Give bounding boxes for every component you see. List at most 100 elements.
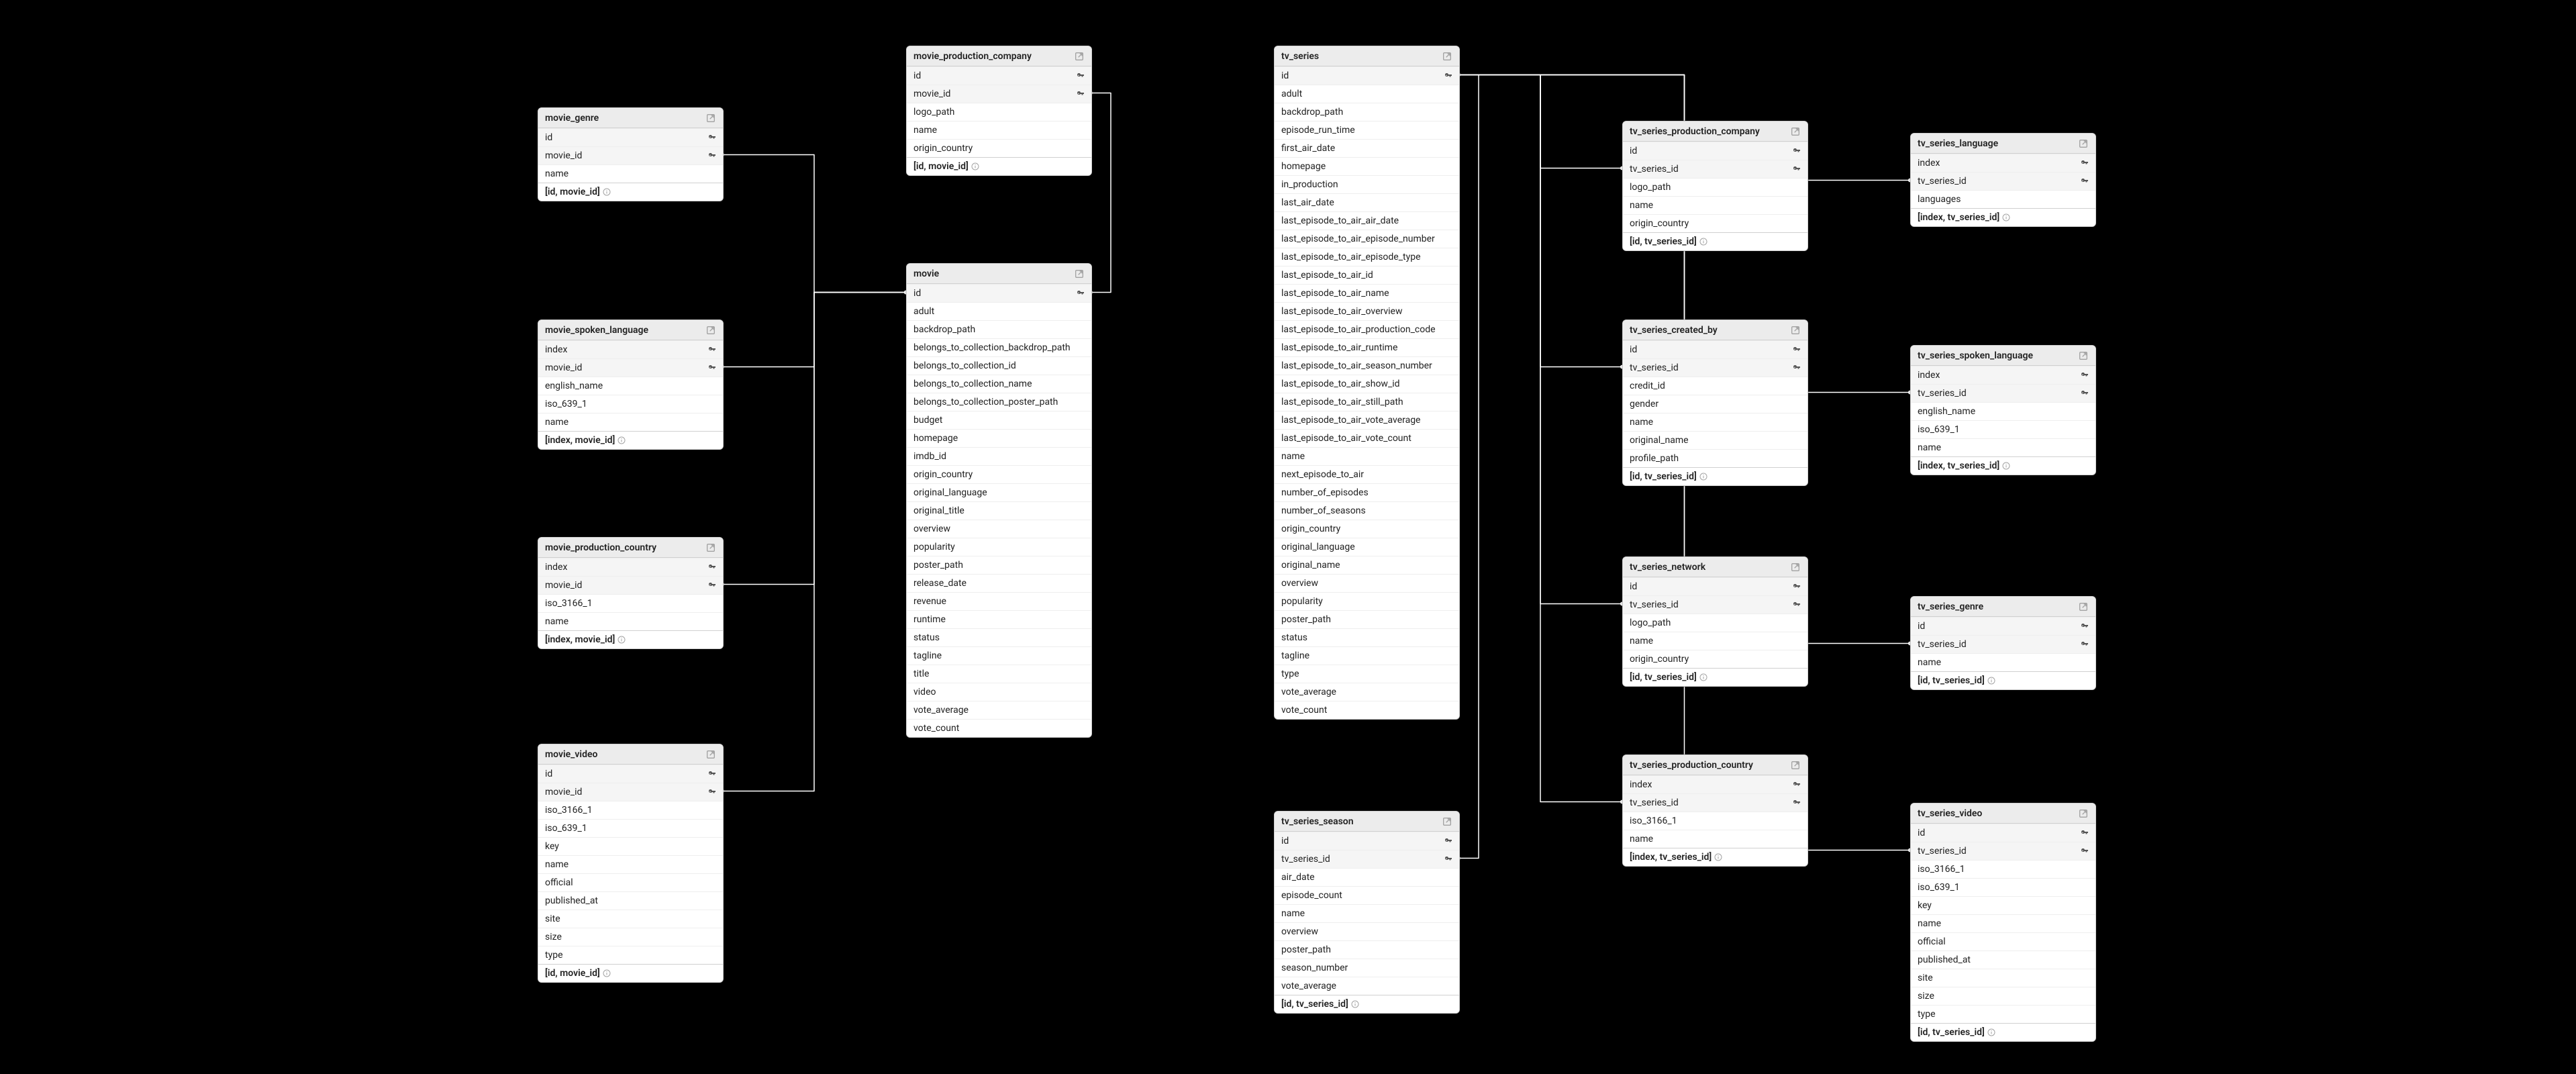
column-row[interactable]: movie_id [538, 783, 723, 801]
table-header[interactable]: movie_production_country [538, 538, 723, 558]
column-row[interactable]: size [1911, 987, 2095, 1005]
table-header[interactable]: tv_series_language [1911, 134, 2095, 154]
table-header[interactable]: movie_production_company [907, 46, 1091, 66]
column-row[interactable]: index [1623, 775, 1807, 793]
column-row[interactable]: name [1911, 653, 2095, 671]
column-row[interactable]: id [538, 128, 723, 146]
column-row[interactable]: tagline [907, 646, 1091, 665]
column-row[interactable]: id [1623, 340, 1807, 358]
column-row[interactable]: title [907, 665, 1091, 683]
table-movie_genre[interactable]: movie_genreidmovie_idname[id, movie_id] [538, 107, 724, 201]
column-row[interactable]: last_air_date [1275, 193, 1459, 211]
column-row[interactable]: id [907, 284, 1091, 302]
column-row[interactable]: origin_country [1275, 520, 1459, 538]
column-row[interactable]: logo_path [1623, 614, 1807, 632]
column-row[interactable]: tv_series_id [1623, 595, 1807, 614]
column-row[interactable]: revenue [907, 592, 1091, 610]
open-icon[interactable] [2078, 350, 2089, 361]
column-row[interactable]: id [1275, 66, 1459, 85]
open-icon[interactable] [2078, 138, 2089, 149]
column-row[interactable]: belongs_to_collection_id [907, 356, 1091, 375]
column-row[interactable]: homepage [1275, 157, 1459, 175]
column-row[interactable]: poster_path [1275, 610, 1459, 628]
column-row[interactable]: original_language [1275, 538, 1459, 556]
diagram-canvas[interactable]: movie_genreidmovie_idname[id, movie_id]m… [0, 0, 2576, 1074]
column-row[interactable]: type [538, 946, 723, 964]
table-header[interactable]: movie [907, 264, 1091, 284]
column-row[interactable]: iso_639_1 [1911, 878, 2095, 896]
column-row[interactable]: name [538, 413, 723, 431]
column-row[interactable]: next_episode_to_air [1275, 465, 1459, 483]
open-icon[interactable] [1790, 126, 1801, 137]
column-row[interactable]: first_air_date [1275, 139, 1459, 157]
column-row[interactable]: popularity [1275, 592, 1459, 610]
index-row[interactable]: [id, tv_series_id] [1911, 671, 2095, 689]
table-movie_production_company[interactable]: movie_production_companyidmovie_idlogo_p… [906, 46, 1092, 176]
table-movie_production_country[interactable]: movie_production_countryindexmovie_idiso… [538, 537, 724, 649]
column-row[interactable]: vote_count [907, 719, 1091, 737]
column-row[interactable]: name [1275, 904, 1459, 922]
table-header[interactable]: tv_series_genre [1911, 597, 2095, 617]
column-row[interactable]: name [538, 164, 723, 183]
column-row[interactable]: budget [907, 411, 1091, 429]
column-row[interactable]: air_date [1275, 868, 1459, 886]
table-header[interactable]: tv_series_production_country [1623, 755, 1807, 775]
column-row[interactable]: languages [1911, 190, 2095, 208]
column-row[interactable]: tagline [1275, 646, 1459, 665]
index-row[interactable]: [index, movie_id] [538, 630, 723, 648]
column-row[interactable]: name [1623, 632, 1807, 650]
column-row[interactable]: episode_run_time [1275, 121, 1459, 139]
column-row[interactable]: belongs_to_collection_backdrop_path [907, 338, 1091, 356]
column-row[interactable]: index [538, 340, 723, 358]
column-row[interactable]: movie_id [538, 146, 723, 164]
column-row[interactable]: original_name [1623, 431, 1807, 449]
table-header[interactable]: tv_series_network [1623, 557, 1807, 577]
column-row[interactable]: poster_path [907, 556, 1091, 574]
index-row[interactable]: [id, movie_id] [538, 964, 723, 982]
column-row[interactable]: id [1623, 577, 1807, 595]
column-row[interactable]: belongs_to_collection_poster_path [907, 393, 1091, 411]
table-header[interactable]: tv_series_video [1911, 803, 2095, 824]
column-row[interactable]: last_episode_to_air_production_code [1275, 320, 1459, 338]
column-row[interactable]: release_date [907, 574, 1091, 592]
column-row[interactable]: vote_average [1275, 683, 1459, 701]
column-row[interactable]: tv_series_id [1911, 172, 2095, 190]
column-row[interactable]: tv_series_id [1911, 842, 2095, 860]
column-row[interactable]: site [1911, 969, 2095, 987]
index-row[interactable]: [index, tv_series_id] [1911, 208, 2095, 226]
table-tv_series_genre[interactable]: tv_series_genreidtv_series_idname[id, tv… [1910, 596, 2096, 690]
table-tv_series_network[interactable]: tv_series_networkidtv_series_idlogo_path… [1622, 556, 1808, 687]
column-row[interactable]: origin_country [907, 139, 1091, 157]
open-icon[interactable] [1074, 268, 1085, 279]
column-row[interactable]: homepage [907, 429, 1091, 447]
column-row[interactable]: official [1911, 932, 2095, 950]
column-row[interactable]: movie_id [907, 85, 1091, 103]
column-row[interactable]: index [1911, 154, 2095, 172]
column-row[interactable]: size [538, 928, 723, 946]
index-row[interactable]: [index, tv_series_id] [1623, 848, 1807, 866]
column-row[interactable]: iso_639_1 [538, 819, 723, 837]
column-row[interactable]: logo_path [1623, 178, 1807, 196]
index-row[interactable]: [id, tv_series_id] [1275, 995, 1459, 1013]
column-row[interactable]: last_episode_to_air_episode_number [1275, 230, 1459, 248]
column-row[interactable]: official [538, 873, 723, 891]
table-tv_series_season[interactable]: tv_series_seasonidtv_series_idair_dateep… [1274, 811, 1460, 1014]
column-row[interactable]: tv_series_id [1623, 160, 1807, 178]
column-row[interactable]: last_episode_to_air_runtime [1275, 338, 1459, 356]
column-row[interactable]: status [907, 628, 1091, 646]
column-row[interactable]: original_name [1275, 556, 1459, 574]
column-row[interactable]: index [538, 558, 723, 576]
column-row[interactable]: overview [1275, 574, 1459, 592]
column-row[interactable]: status [1275, 628, 1459, 646]
column-row[interactable]: id [1911, 617, 2095, 635]
table-header[interactable]: tv_series [1275, 46, 1459, 66]
column-row[interactable]: vote_average [907, 701, 1091, 719]
column-row[interactable]: type [1275, 665, 1459, 683]
index-row[interactable]: [id, tv_series_id] [1623, 232, 1807, 250]
table-header[interactable]: tv_series_created_by [1623, 320, 1807, 340]
open-icon[interactable] [1790, 760, 1801, 771]
column-row[interactable]: id [907, 66, 1091, 85]
column-row[interactable]: vote_count [1275, 701, 1459, 719]
column-row[interactable]: tv_series_id [1911, 635, 2095, 653]
column-row[interactable]: poster_path [1275, 940, 1459, 959]
